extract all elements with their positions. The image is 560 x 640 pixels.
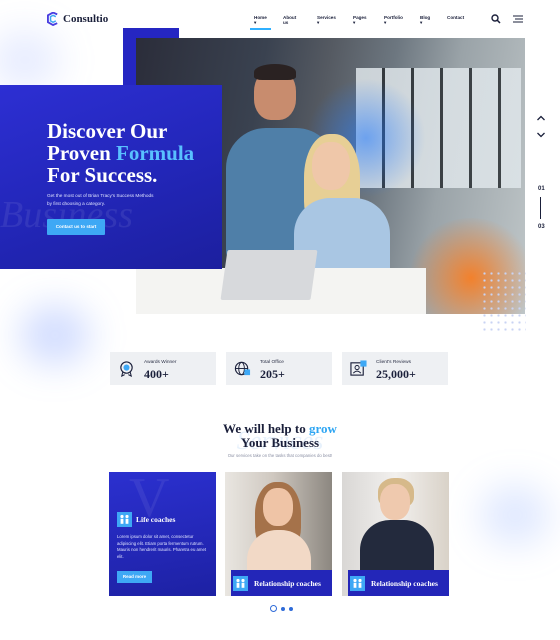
card-caption-bar: Relationship coaches (231, 570, 332, 596)
hero-title-line: Discover Our (47, 119, 168, 143)
pagination-dot[interactable] (289, 606, 293, 611)
nav-item-about[interactable]: About us (283, 15, 296, 25)
nav-label: Home (254, 15, 267, 20)
read-more-button[interactable]: Read more (117, 571, 152, 583)
stat-card-offices: Total Office 205+ (226, 352, 332, 385)
card-caption-bar: Relationship coaches (348, 570, 449, 596)
hero-title-highlight: Formula (116, 141, 195, 165)
nav-label: Pages (353, 15, 367, 20)
chevron-up-icon[interactable] (536, 114, 546, 122)
nav-label: Portfolio (384, 15, 403, 20)
section-subtitle: Our services take on the tasks that comp… (227, 453, 333, 458)
slide-total-number: 03 (538, 224, 545, 230)
stat-value: 25,000+ (376, 367, 416, 381)
nav-item-contact[interactable]: Contact (447, 15, 464, 20)
service-card[interactable]: Relationship coaches (225, 472, 332, 596)
pagination-dot-active[interactable] (270, 605, 277, 612)
laptop (220, 250, 318, 300)
people-icon (350, 575, 365, 591)
nav-item-home[interactable]: Home ▾ (250, 15, 271, 30)
hero-panel: Business Discover Our Proven Formula For… (0, 85, 222, 269)
nav-item-pages[interactable]: Pages ▾ (353, 15, 367, 26)
card-title: Life coaches (136, 515, 176, 524)
people-icon (233, 575, 248, 591)
site-header: Consultio Home ▾ About us Services ▾ Pag… (0, 0, 560, 40)
stat-label: Awards Winner (144, 360, 177, 365)
carousel-pagination (270, 605, 293, 612)
hero-title-line: For Success. (47, 163, 158, 187)
nav-label: Services (317, 15, 336, 20)
person-head (380, 484, 410, 520)
search-icon[interactable] (491, 14, 501, 24)
section-title-text: We will help to (223, 421, 309, 436)
stat-label: Total Office (260, 360, 284, 365)
nav-item-services[interactable]: Services ▾ (317, 15, 336, 26)
section-title-line2: Your Business (240, 435, 320, 450)
review-icon (350, 360, 367, 376)
hero-title-line: Proven (47, 141, 117, 165)
nav-item-blog[interactable]: Blog ▾ (420, 15, 430, 26)
hamburger-menu-icon[interactable] (513, 15, 523, 23)
pagination-dot[interactable] (281, 606, 285, 611)
chevron-down-icon[interactable] (536, 131, 546, 139)
award-icon (120, 361, 133, 377)
contact-us-button[interactable]: Contact us to start (47, 219, 105, 235)
brand-name: Consultio (63, 13, 109, 25)
stat-value: 400+ (144, 367, 169, 381)
hero-title: Discover Our Proven Formula For Success. (47, 120, 217, 186)
slide-current-number: 01 (538, 186, 545, 192)
service-card-featured[interactable]: V Life coaches Lorem ipsum dolor sit ame… (109, 472, 216, 596)
logo-icon (47, 12, 58, 26)
hero-subtitle: Get the most out of Brian Tracy's Succes… (47, 193, 154, 206)
man-hair (254, 64, 296, 80)
stat-card-reviews: Client's Reviews 25,000+ (342, 352, 448, 385)
service-card[interactable]: Relationship coaches (342, 472, 449, 596)
woman-head (312, 142, 350, 190)
nav-item-portfolio[interactable]: Portfolio ▾ (384, 15, 403, 26)
people-icon (117, 512, 132, 527)
card-description: Lorem ipsum dolor sit amet, consectetur … (117, 534, 207, 559)
globe-icon (234, 361, 251, 376)
nav-label: Blog (420, 15, 431, 20)
background-glow (20, 305, 90, 365)
slide-progress-line (540, 197, 541, 219)
stat-label: Client's Reviews (376, 360, 412, 365)
person-head (263, 488, 293, 526)
section-title-highlight: grow (309, 421, 337, 436)
logo[interactable]: Consultio (47, 12, 108, 26)
card-title: Relationship coaches (371, 578, 438, 588)
background-glow (480, 485, 550, 545)
stat-card-awards: Awards Winner 400+ (110, 352, 216, 385)
card-title: Relationship coaches (254, 578, 321, 588)
stat-value: 205+ (260, 367, 285, 381)
dot-pattern (481, 270, 526, 335)
